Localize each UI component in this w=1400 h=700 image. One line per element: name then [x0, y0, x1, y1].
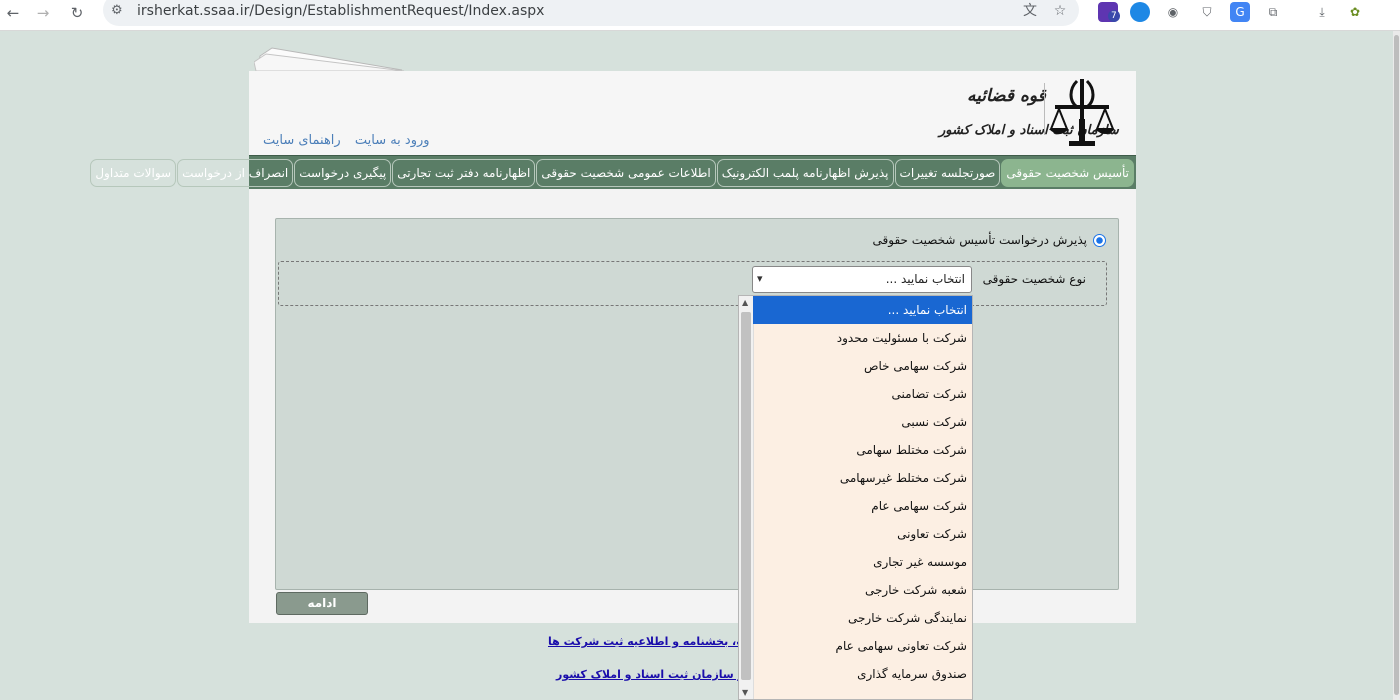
options-list: انتخاب نمایید ... شرکت با مسئولیت محدود … [753, 296, 972, 688]
forward-icon[interactable]: → [32, 2, 54, 24]
extensions-puzzle-icon[interactable]: ⧉ [1263, 2, 1283, 22]
menu-commercial-register[interactable]: اظهارنامه دفتر ثبت تجارتی [392, 158, 536, 187]
option-foreign-branch[interactable]: شعبه شرکت خارجی [753, 576, 972, 604]
scroll-down-icon[interactable]: ▼ [742, 688, 748, 697]
translate-icon[interactable]: 文 [1021, 2, 1039, 20]
site-header: ورود به سایت راهنمای سایت قوه قضائیه ساز… [249, 71, 1136, 155]
globe-extension-icon[interactable] [1130, 2, 1150, 22]
option-limited-liability[interactable]: شرکت با مسئولیت محدود [753, 324, 972, 352]
google-translate-icon[interactable]: G [1230, 2, 1250, 22]
main-panel: ورود به سایت راهنمای سایت قوه قضائیه ساز… [90, 71, 1136, 623]
site-info-icon[interactable]: ⚙ [111, 3, 127, 19]
extension-badge: 7 [1108, 10, 1120, 22]
entity-type-label: نوع شخصیت حقوقی [982, 272, 1086, 286]
option-cooperative[interactable]: شرکت تعاونی [753, 520, 972, 548]
site-guide-link[interactable]: راهنمای سایت [263, 133, 341, 148]
login-link[interactable]: ورود به سایت [355, 133, 430, 148]
shield-icon[interactable]: ⛉ [1197, 2, 1217, 22]
options-scrollbar-thumb[interactable] [741, 312, 751, 680]
page-scrollbar[interactable] [1393, 31, 1400, 700]
chevron-down-icon: ▾ [757, 272, 763, 285]
menu-faq[interactable]: سوالات متداول [90, 158, 177, 187]
menu-legal-entity-info[interactable]: اطلاعات عمومی شخصیت حقوقی [536, 158, 716, 187]
address-bar[interactable]: ⚙ irsherkat.ssaa.ir/Design/Establishment… [103, 0, 1079, 26]
page-scrollbar-thumb[interactable] [1394, 35, 1399, 695]
menu-track-request[interactable]: پیگیری درخواست [294, 158, 392, 187]
option-public-cooperative[interactable]: شرکت تعاونی سهامی عام [753, 632, 972, 660]
reload-icon[interactable]: ↻ [66, 2, 88, 24]
option-proportional[interactable]: شرکت نسبی [753, 408, 972, 436]
option-investment-fund[interactable]: صندوق سرمایه گذاری [753, 660, 972, 688]
menu-electronic-seal[interactable]: پذیرش اظهارنامه پلمب الکترونیک [716, 158, 894, 187]
entity-type-options: ▲ ▼ انتخاب نمایید ... شرکت با مسئولیت مح… [738, 295, 973, 700]
download-icon[interactable]: ⤓ [1312, 2, 1332, 22]
extension-icon[interactable]: 7 [1098, 2, 1120, 22]
option-non-commercial-institute[interactable]: موسسه غیر تجاری [753, 548, 972, 576]
scroll-up-icon[interactable]: ▲ [742, 298, 748, 307]
profile-icon[interactable]: ✿ [1345, 2, 1365, 22]
option-public-joint-stock[interactable]: شرکت سهامی عام [753, 492, 972, 520]
bookmark-star-icon[interactable]: ☆ [1051, 2, 1069, 20]
request-radio-label: پذیرش درخواست تأسیس شخصیت حقوقی [872, 233, 1087, 247]
entity-type-fieldset: نوع شخصیت حقوقی انتخاب نمایید ... ▾ [278, 261, 1107, 306]
option-foreign-representative[interactable]: نمایندگی شرکت خارجی [753, 604, 972, 632]
menu-establishment[interactable]: تأسیس شخصیت حقوقی [1001, 158, 1134, 187]
scales-emblem-icon [1049, 79, 1115, 146]
entity-type-select[interactable]: انتخاب نمایید ... ▾ [752, 266, 972, 293]
header-divider [1044, 83, 1045, 135]
camera-icon[interactable]: ◉ [1163, 2, 1183, 22]
header-links: ورود به سایت راهنمای سایت [253, 133, 430, 148]
browser-toolbar: ← → ↻ ⚙ irsherkat.ssaa.ir/Design/Establi… [0, 0, 1400, 31]
address-url[interactable]: irsherkat.ssaa.ir/Design/EstablishmentRe… [137, 3, 544, 19]
request-form: پذیرش درخواست تأسیس شخصیت حقوقی نوع شخصی… [275, 218, 1119, 590]
back-icon[interactable]: ← [2, 2, 24, 24]
paper-decoration [254, 47, 405, 72]
continue-button[interactable]: ادامه [276, 592, 368, 615]
option-general-partnership[interactable]: شرکت تضامنی [753, 380, 972, 408]
option-select-placeholder[interactable]: انتخاب نمایید ... [753, 296, 972, 324]
menu-cancel-request[interactable]: انصراف از درخواست [177, 158, 294, 187]
menu-change-minutes[interactable]: صورتجلسه تغییرات [894, 158, 1001, 187]
entity-type-select-value: انتخاب نمایید ... [885, 272, 965, 286]
judiciary-title: قوه قضائیه [967, 86, 1046, 106]
option-mixed-joint-stock[interactable]: شرکت مختلط سهامی [753, 436, 972, 464]
option-private-joint-stock[interactable]: شرکت سهامی خاص [753, 352, 972, 380]
options-scrollbar[interactable]: ▲ ▼ [739, 296, 754, 699]
option-mixed-non-stock[interactable]: شرکت مختلط غیرسهامی [753, 464, 972, 492]
main-menu: تأسیس شخصیت حقوقی صورتجلسه تغییرات پذیرش… [90, 155, 1136, 189]
request-radio[interactable] [1093, 233, 1106, 247]
request-radio-row[interactable]: پذیرش درخواست تأسیس شخصیت حقوقی [873, 233, 1106, 247]
